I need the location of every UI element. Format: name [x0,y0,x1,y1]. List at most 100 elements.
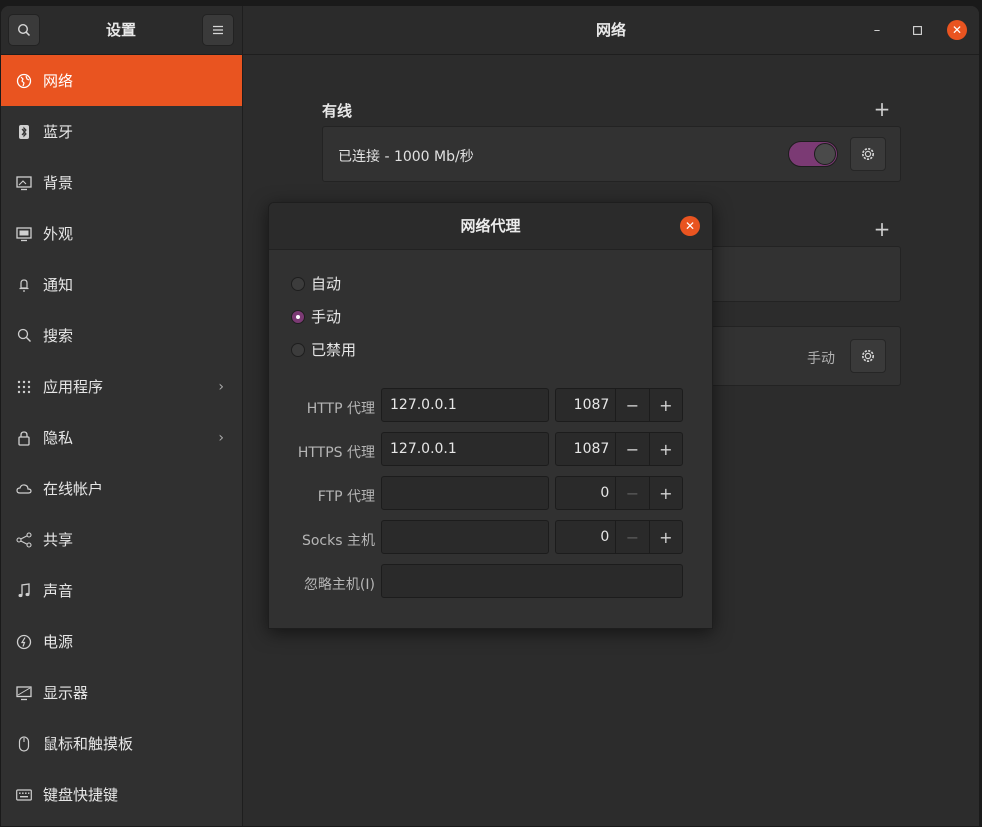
hamburger-menu-icon [212,25,224,35]
gear-icon [860,146,876,162]
ftp-proxy-host-input[interactable] [381,476,549,510]
ignore-hosts-label: 忽略主机(I) [303,577,375,593]
sidebar-item-label: 通知 [43,276,74,294]
proxy-mode-auto[interactable]: 自动 [291,273,341,294]
sidebar-item-label: 应用程序 [43,378,104,396]
sidebar-item-search[interactable]: 搜索 [1,310,242,361]
socks-port-stepper[interactable]: 0 − + [555,520,683,554]
ftp-proxy-label: FTP 代理 [317,489,375,505]
plus-icon: + [873,217,891,241]
proxy-settings-button[interactable] [850,339,886,373]
background-icon [15,174,33,192]
http-proxy-label: HTTP 代理 [306,401,375,417]
http-proxy-host-input[interactable]: 127.0.0.1 [381,388,549,422]
sidebar-item-online-accounts[interactable]: 在线帐户 [1,463,242,514]
sidebar-item-appearance[interactable]: 外观 [1,208,242,259]
http-proxy-port-stepper[interactable]: 1087 − + [555,388,683,422]
dialog-title: 网络代理 [460,217,521,235]
sidebar-item-mouse-touchpad[interactable]: 鼠标和触摸板 [1,718,242,769]
sidebar-item-bluetooth[interactable]: 蓝牙 [1,106,242,157]
power-icon [15,633,33,651]
sidebar-item-label: 蓝牙 [43,123,74,141]
decrement-button[interactable]: − [615,433,648,465]
radio-button[interactable] [291,276,305,291]
radio-label: 自动 [311,275,342,293]
sidebar-item-notifications[interactable]: 通知 [1,259,242,310]
proxy-mode-disabled[interactable]: 已禁用 [291,339,356,360]
radio-button[interactable] [291,342,305,357]
music-note-icon [15,582,33,600]
gear-icon [860,348,876,364]
network-icon [15,72,33,90]
https-proxy-label: HTTPS 代理 [297,445,375,461]
sidebar: 网络 蓝牙 背景 外观 通知 搜索 应用程序 › 隐私 › 在线帐户 共享 声音… [1,55,243,826]
sidebar-item-power[interactable]: 电源 [1,616,242,667]
sidebar-item-label: 隐私 [43,429,74,447]
port-value[interactable]: 1087 [556,389,615,421]
add-wired-button[interactable]: + [872,97,892,121]
plus-icon: + [659,483,673,503]
minus-icon: − [625,395,640,415]
increment-button[interactable]: + [648,389,682,421]
sidebar-item-network[interactable]: 网络 [1,55,242,106]
minimize-button[interactable]: – [867,20,887,40]
sidebar-item-label: 网络 [43,72,74,90]
sidebar-item-label: 搜索 [43,327,74,345]
plus-icon: + [659,395,673,415]
ignore-hosts-input[interactable] [381,564,683,598]
port-value[interactable]: 0 [556,477,615,509]
sidebar-item-label: 共享 [43,531,74,549]
close-icon: ✕ [684,219,696,233]
minimize-icon: – [873,22,881,38]
sidebar-item-label: 鼠标和触摸板 [43,735,134,753]
port-value[interactable]: 0 [556,521,615,553]
bell-icon [15,276,33,294]
socks-host-label: Socks 主机 [301,533,375,549]
header-bar: 设置 网络 – ✕ [1,6,979,55]
sidebar-item-background[interactable]: 背景 [1,157,242,208]
search-button[interactable] [8,14,40,46]
chevron-right-icon: › [218,378,224,395]
https-proxy-port-stepper[interactable]: 1087 − + [555,432,683,466]
wired-toggle-switch[interactable] [788,141,838,167]
add-vpn-button[interactable]: + [872,217,892,241]
sidebar-item-displays[interactable]: 显示器 [1,667,242,718]
share-icon [15,531,33,549]
sidebar-header: 设置 [1,6,243,54]
window-close-button[interactable]: ✕ [947,20,967,40]
network-proxy-dialog: 网络代理 ✕ 自动 手动 已禁用 HTTP 代理 127.0.0.1 1087 … [268,202,713,629]
dialog-header: 网络代理 ✕ [269,203,712,250]
toggle-knob [814,143,836,165]
dialog-close-button[interactable]: ✕ [680,216,700,236]
socks-host-input[interactable] [381,520,549,554]
port-value[interactable]: 1087 [556,433,615,465]
wired-status-text: 已连接 - 1000 Mb/秒 [338,149,474,165]
proxy-mode-manual[interactable]: 手动 [291,306,341,327]
display-icon [15,684,33,702]
radio-label: 手动 [311,308,342,326]
increment-button[interactable]: + [648,521,682,553]
increment-button[interactable]: + [648,433,682,465]
menu-button[interactable] [202,14,234,46]
radio-button-selected[interactable] [291,309,305,324]
maximize-button[interactable] [907,20,927,40]
radio-label: 已禁用 [311,341,357,359]
decrement-button-disabled: − [615,521,648,553]
sidebar-item-keyboard-shortcuts[interactable]: 键盘快捷键 [1,769,242,820]
decrement-button[interactable]: − [615,389,648,421]
minus-icon: − [625,439,640,459]
increment-button[interactable]: + [648,477,682,509]
wired-settings-button[interactable] [850,137,886,171]
sidebar-item-label: 电源 [43,633,74,651]
sidebar-item-privacy[interactable]: 隐私 › [1,412,242,463]
sidebar-item-sound[interactable]: 声音 [1,565,242,616]
sidebar-item-label: 外观 [43,225,74,243]
wired-connection-card: 已连接 - 1000 Mb/秒 [322,126,901,182]
sidebar-item-applications[interactable]: 应用程序 › [1,361,242,412]
mouse-icon [15,735,33,753]
close-icon: ✕ [951,23,963,37]
https-proxy-host-input[interactable]: 127.0.0.1 [381,432,549,466]
sidebar-item-label: 在线帐户 [43,480,104,498]
sidebar-item-sharing[interactable]: 共享 [1,514,242,565]
ftp-proxy-port-stepper[interactable]: 0 − + [555,476,683,510]
